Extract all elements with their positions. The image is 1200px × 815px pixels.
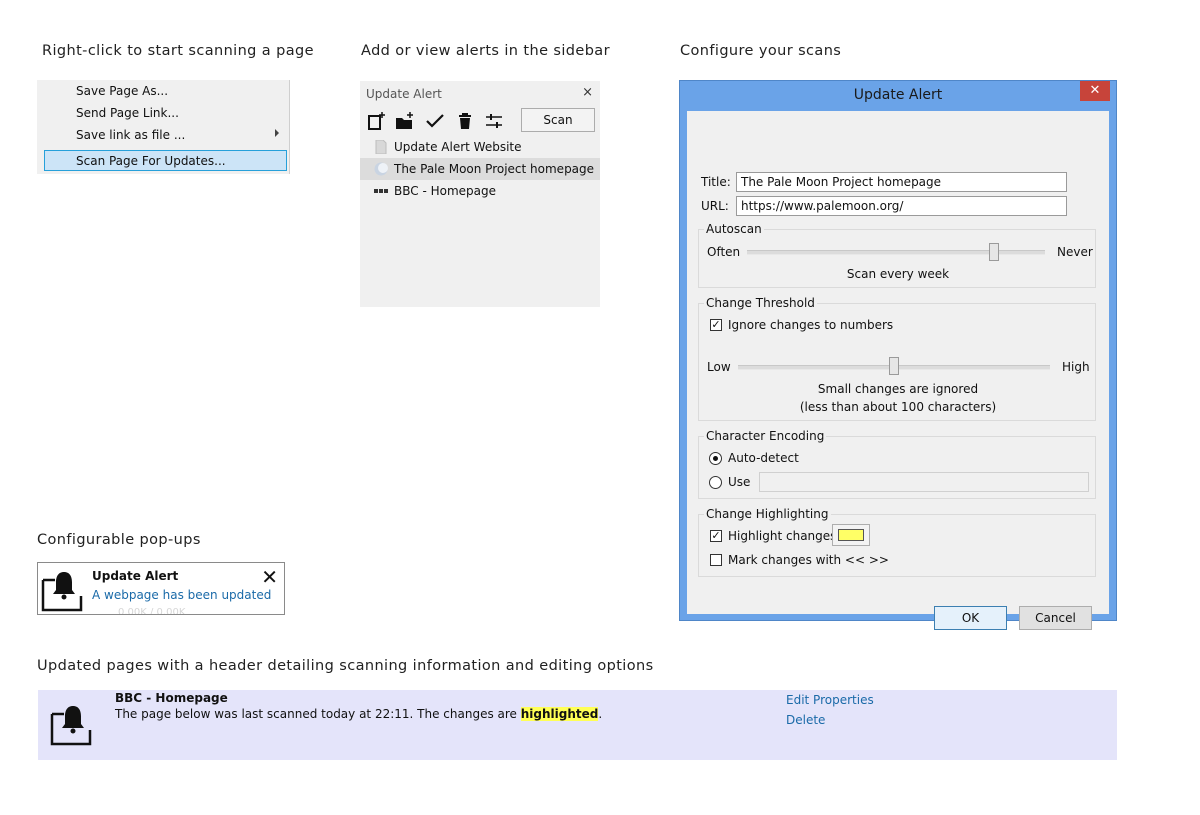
sidebar-title: Update Alert	[366, 87, 442, 101]
scan-info-text: The page below was last scanned today at…	[115, 707, 521, 721]
highlight-color-button[interactable]	[832, 524, 870, 546]
page-icon	[375, 140, 387, 154]
checkmark-icon[interactable]	[425, 111, 445, 131]
menu-item-save-link-as-file[interactable]: Save link as file ...	[76, 128, 185, 142]
popup-background-status: 0.00K / 0.00K	[118, 607, 186, 615]
new-alert-icon[interactable]	[367, 111, 387, 131]
dialog-close-icon[interactable]: ✕	[1080, 81, 1110, 101]
sidebar-item-pale-moon[interactable]: The Pale Moon Project homepage	[360, 158, 600, 180]
scan-info-end: .	[598, 707, 603, 721]
threshold-caption-detail: (less than about 100 characters)	[799, 400, 997, 414]
caption-header: Updated pages with a header detailing sc…	[37, 658, 654, 674]
threshold-low-label: Low	[707, 360, 731, 374]
autoscan-group-title: Autoscan	[704, 222, 764, 236]
popup-message[interactable]: A webpage has been updated	[92, 588, 271, 602]
sidebar-item-bbc[interactable]: BBC - Homepage	[360, 180, 600, 202]
highlighted-word: highlighted	[520, 707, 599, 721]
encoding-group-title: Character Encoding	[704, 429, 827, 443]
notification-popup: Update Alert A webpage has been updated …	[37, 562, 285, 615]
header-page-title: BBC - Homepage	[115, 691, 228, 705]
updated-page-header: BBC - Homepage The page below was last s…	[38, 690, 1117, 760]
bbc-icon	[374, 189, 388, 193]
new-folder-icon[interactable]	[395, 111, 415, 131]
dialog-title: Update Alert	[853, 87, 943, 103]
title-label: Title:	[701, 175, 731, 189]
caption-sidebar: Add or view alerts in the sidebar	[361, 43, 610, 59]
mark-changes-checkbox[interactable]	[710, 554, 722, 566]
threshold-group-title: Change Threshold	[704, 296, 817, 310]
mark-changes-label: Mark changes with << >>	[728, 553, 889, 567]
highlight-changes-checkbox[interactable]: ✓	[710, 530, 722, 542]
submenu-arrow-icon	[275, 129, 279, 137]
highlight-changes-label: Highlight changes	[728, 529, 837, 543]
bell-notification-icon	[41, 572, 83, 612]
autoscan-never-label: Never	[1057, 245, 1093, 259]
use-encoding-label: Use	[728, 475, 751, 489]
menu-item-scan-page-for-updates[interactable]: Scan Page For Updates...	[76, 154, 226, 168]
highlighting-group-title: Change Highlighting	[704, 507, 831, 521]
title-field[interactable]: The Pale Moon Project homepage	[736, 172, 1067, 192]
update-alert-sidebar: Update Alert × Scan Update Alert Website…	[360, 81, 600, 307]
cancel-button[interactable]: Cancel	[1019, 606, 1092, 630]
ignore-numbers-label: Ignore changes to numbers	[728, 318, 894, 332]
menu-item-send-page-link[interactable]: Send Page Link...	[76, 106, 179, 120]
delete-link[interactable]: Delete	[786, 713, 825, 727]
threshold-high-label: High	[1062, 360, 1090, 374]
caption-popups: Configurable pop-ups	[37, 532, 201, 548]
ignore-numbers-checkbox[interactable]: ✓	[710, 319, 722, 331]
sidebar-item-label: BBC - Homepage	[394, 184, 496, 198]
sidebar-close-icon[interactable]: ×	[582, 85, 593, 100]
url-label: URL:	[701, 199, 729, 213]
edit-properties-link[interactable]: Edit Properties	[786, 693, 874, 707]
threshold-caption: Small changes are ignored	[817, 382, 979, 396]
moon-globe-icon	[374, 162, 388, 176]
trash-icon[interactable]	[455, 111, 475, 131]
autoscan-often-label: Often	[707, 245, 741, 259]
encoding-select[interactable]	[759, 472, 1089, 492]
autoscan-caption: Scan every week	[846, 267, 950, 281]
header-scan-info: The page below was last scanned today at…	[115, 707, 602, 721]
context-menu: Save Page As... Send Page Link... Save l…	[37, 80, 290, 174]
highlight-color-swatch	[838, 529, 864, 541]
auto-detect-label: Auto-detect	[728, 451, 799, 465]
bell-notification-icon	[50, 706, 92, 746]
autoscan-slider-thumb[interactable]	[989, 243, 1000, 261]
sidebar-item-update-alert-website[interactable]: Update Alert Website	[360, 136, 600, 158]
threshold-slider-thumb[interactable]	[889, 357, 899, 375]
menu-item-save-page-as[interactable]: Save Page As...	[76, 84, 168, 98]
dialog-body: Title: The Pale Moon Project homepage UR…	[687, 111, 1109, 630]
scan-button[interactable]: Scan	[521, 108, 595, 132]
radio-dot	[713, 456, 718, 461]
settings-sliders-icon[interactable]	[484, 111, 504, 131]
auto-detect-radio[interactable]	[709, 452, 722, 465]
autoscan-slider-track[interactable]	[747, 250, 1045, 255]
popup-title: Update Alert	[92, 569, 179, 583]
caption-configure: Configure your scans	[680, 43, 842, 59]
ok-button[interactable]: OK	[934, 606, 1007, 630]
configure-dialog: Update Alert ✕ Title: The Pale Moon Proj…	[679, 80, 1117, 630]
sidebar-item-label: The Pale Moon Project homepage	[394, 162, 595, 176]
popup-close-icon[interactable]: ✕	[261, 565, 278, 589]
caption-context-menu: Right-click to start scanning a page	[42, 43, 314, 59]
highlighting-group	[698, 514, 1096, 577]
use-encoding-radio[interactable]	[709, 476, 722, 489]
url-field[interactable]: https://www.palemoon.org/	[736, 196, 1067, 216]
sidebar-item-label: Update Alert Website	[394, 140, 522, 154]
